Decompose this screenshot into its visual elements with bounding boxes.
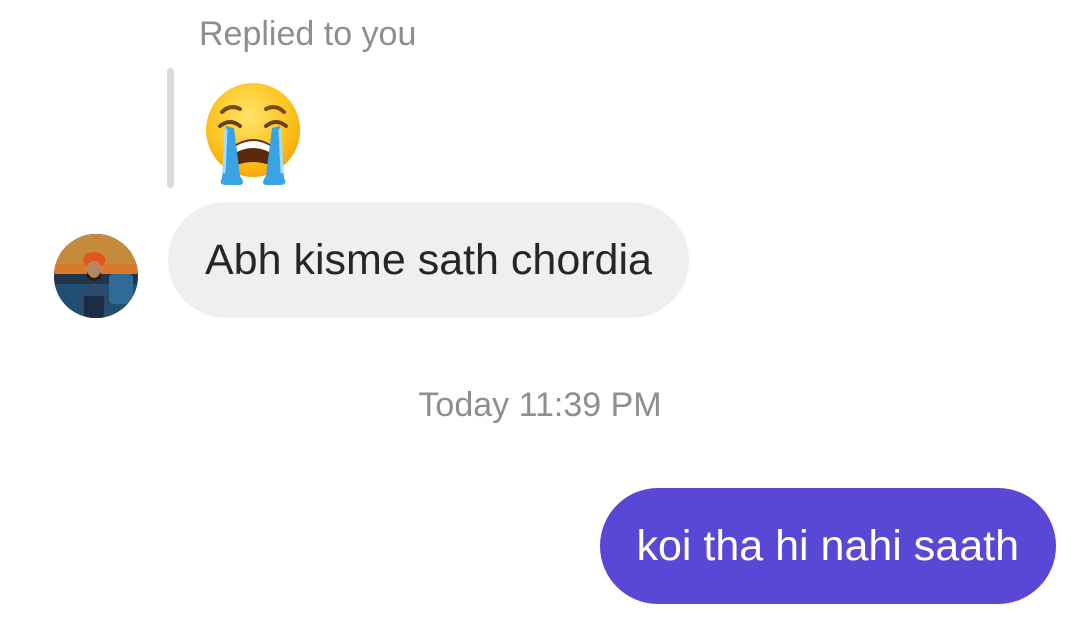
incoming-message-bubble[interactable]: Abh kisme sath chordia: [168, 202, 689, 318]
message-timestamp: Today 11:39 PM: [418, 386, 662, 424]
reply-quote-bar: [167, 68, 174, 188]
sender-avatar[interactable]: [54, 234, 138, 318]
loudly-crying-face-icon: [206, 83, 300, 185]
user-avatar-icon: [54, 234, 138, 318]
outgoing-message-bubble[interactable]: koi tha hi nahi saath: [599, 488, 1056, 604]
replied-to-you-label: Replied to you: [199, 15, 417, 53]
quoted-message[interactable]: [200, 82, 306, 186]
